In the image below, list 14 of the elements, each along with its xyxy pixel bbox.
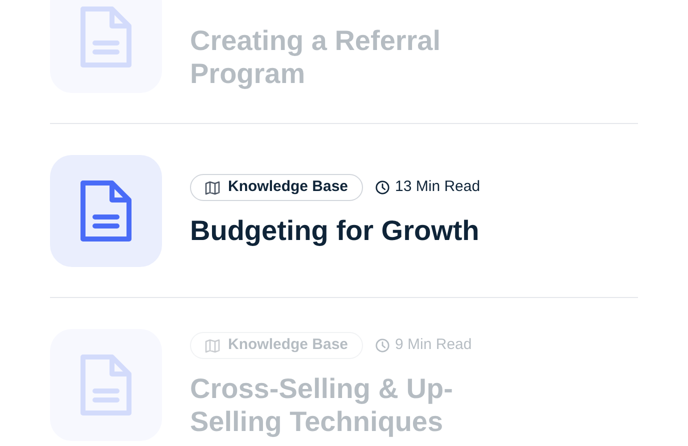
article-title: Creating a Referral Program [190, 24, 442, 90]
article-title: Cross-Selling & Up-Selling Techniques [190, 372, 454, 438]
clock-icon [375, 338, 390, 353]
map-icon [205, 338, 220, 352]
document-icon [80, 180, 132, 242]
category-tag: Knowledge Base [190, 332, 364, 359]
article-title: Budgeting for Growth [190, 214, 480, 247]
read-time: 9 Min Read [395, 335, 472, 356]
document-icon [80, 6, 132, 68]
document-icon [80, 354, 132, 416]
category-tag: Knowledge Base [190, 174, 364, 201]
map-icon [205, 180, 220, 194]
clock-icon [375, 180, 390, 195]
read-time: 13 Min Read [395, 177, 480, 198]
